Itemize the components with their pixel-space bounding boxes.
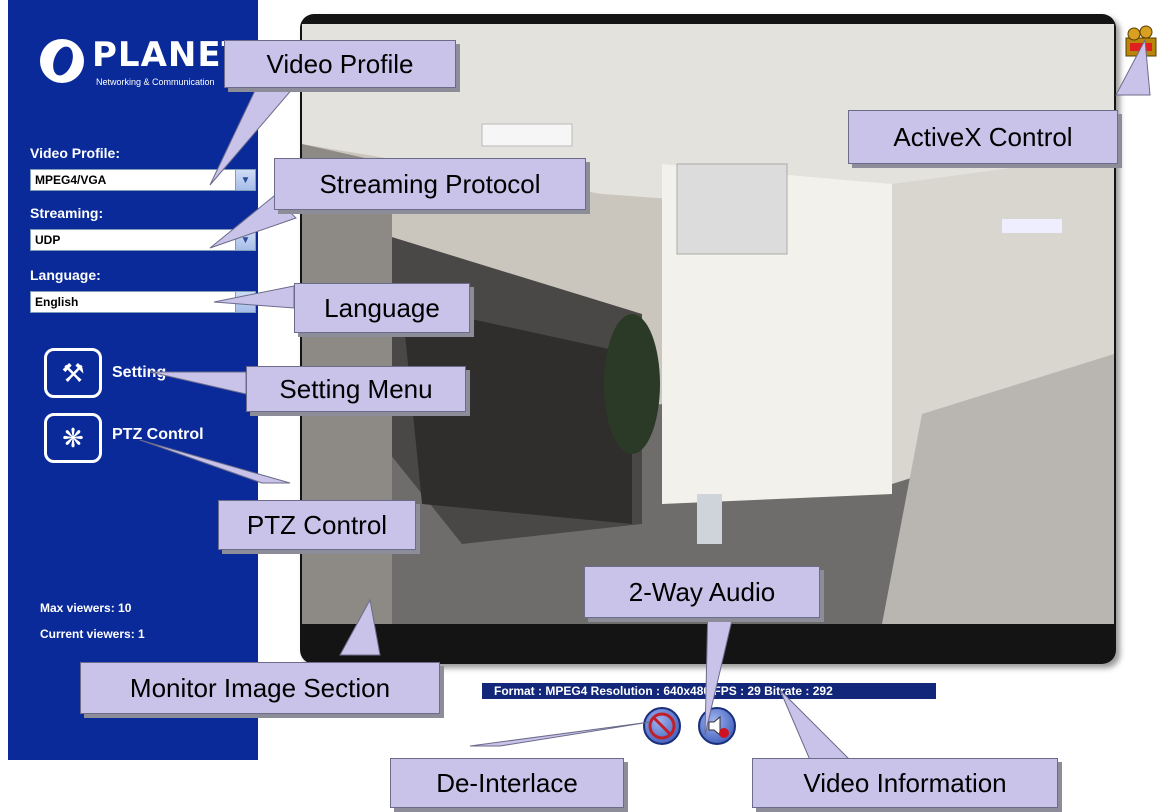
callout-de-interlace: De-Interlace (390, 758, 624, 808)
callout-setting-menu: Setting Menu (246, 366, 466, 412)
callout-video-information: Video Information (752, 758, 1058, 808)
callout-two-way-audio: 2-Way Audio (584, 566, 820, 618)
callout-activex-control: ActiveX Control (848, 110, 1118, 164)
callout-monitor-image-section: Monitor Image Section (80, 662, 440, 714)
callout-streaming-protocol: Streaming Protocol (274, 158, 586, 210)
callout-video-profile: Video Profile (224, 40, 456, 88)
callout-language: Language (294, 283, 470, 333)
callout-ptz-control: PTZ Control (218, 500, 416, 550)
